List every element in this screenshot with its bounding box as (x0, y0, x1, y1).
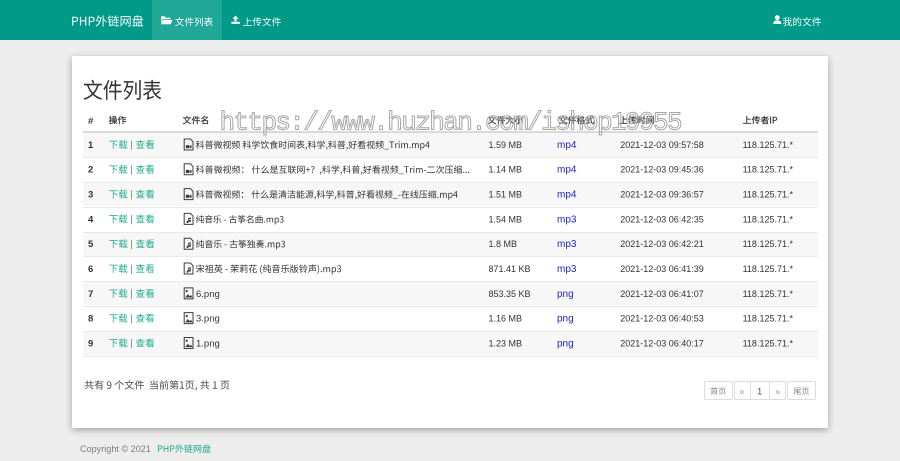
svg-text:6.png: 6.png (196, 289, 220, 300)
svg-text:1: 1 (88, 140, 94, 151)
svg-text:2021-12-03 06:41:39: 2021-12-03 06:41:39 (620, 264, 704, 274)
svg-text:1.png: 1.png (196, 338, 220, 349)
svg-text:118.125.71.*: 118.125.71.* (743, 214, 794, 224)
svg-text:118.125.71.*: 118.125.71.* (743, 165, 794, 175)
svg-text:2: 2 (88, 165, 93, 176)
svg-text:3: 3 (88, 190, 93, 201)
svg-text:9: 9 (88, 338, 93, 349)
svg-text:2021-12-03 06:42:35: 2021-12-03 06:42:35 (620, 214, 704, 224)
svg-text:1.8 MB: 1.8 MB (489, 239, 518, 249)
svg-text:871.41 KB: 871.41 KB (489, 264, 531, 274)
svg-text:1.14 MB: 1.14 MB (489, 165, 523, 175)
svg-text:mp4: mp4 (557, 190, 577, 201)
svg-text:#: # (88, 116, 94, 127)
svg-text:118.125.71.*: 118.125.71.* (743, 140, 794, 150)
svg-text:7: 7 (88, 289, 93, 300)
svg-text:mp4: mp4 (557, 165, 577, 176)
svg-text:png: png (557, 289, 574, 300)
svg-text:5: 5 (88, 239, 94, 250)
svg-text:853.35 KB: 853.35 KB (489, 289, 531, 299)
svg-text:8: 8 (88, 314, 93, 325)
svg-text:«: « (739, 386, 744, 396)
svg-text:4: 4 (88, 214, 94, 225)
svg-text:https://www.huzhan.com/ishop19: https://www.huzhan.com/ishop19955 (220, 107, 681, 137)
svg-text:png: png (557, 314, 574, 325)
svg-text:2021-12-03 06:42:21: 2021-12-03 06:42:21 (620, 239, 704, 249)
svg-text:118.125.71.*: 118.125.71.* (743, 190, 794, 200)
svg-text:mp3: mp3 (557, 239, 577, 250)
svg-text:mp3: mp3 (557, 214, 577, 225)
svg-text:1.16 MB: 1.16 MB (489, 314, 523, 324)
svg-text:118.125.71.*: 118.125.71.* (743, 338, 794, 348)
svg-text:png: png (557, 338, 574, 349)
svg-text:1: 1 (757, 386, 762, 397)
svg-text:1.51 MB: 1.51 MB (489, 190, 523, 200)
svg-text:6: 6 (88, 264, 93, 275)
svg-text:2021-12-03 09:45:36: 2021-12-03 09:45:36 (620, 165, 704, 175)
svg-text:2021-12-03 09:36:57: 2021-12-03 09:36:57 (620, 190, 704, 200)
svg-text:2021-12-03 06:41:07: 2021-12-03 06:41:07 (620, 289, 704, 299)
svg-text:1.23 MB: 1.23 MB (489, 338, 523, 348)
svg-text:118.125.71.*: 118.125.71.* (743, 314, 794, 324)
svg-text:mp4: mp4 (557, 140, 577, 151)
svg-text:118.125.71.*: 118.125.71.* (743, 289, 794, 299)
svg-text:1.59 MB: 1.59 MB (489, 140, 523, 150)
svg-text:»: » (775, 386, 780, 396)
svg-text:Copyright © 2021: Copyright © 2021 (80, 444, 151, 454)
svg-text:2021-12-03 09:57:58: 2021-12-03 09:57:58 (620, 140, 704, 150)
svg-text:2021-12-03 06:40:17: 2021-12-03 06:40:17 (620, 338, 704, 348)
svg-text:3.png: 3.png (196, 314, 220, 325)
svg-text:2021-12-03 06:40:53: 2021-12-03 06:40:53 (620, 314, 704, 324)
svg-text:118.125.71.*: 118.125.71.* (743, 239, 794, 249)
svg-text:118.125.71.*: 118.125.71.* (743, 264, 794, 274)
svg-text:mp3: mp3 (557, 264, 577, 275)
svg-text:1.54 MB: 1.54 MB (489, 214, 523, 224)
